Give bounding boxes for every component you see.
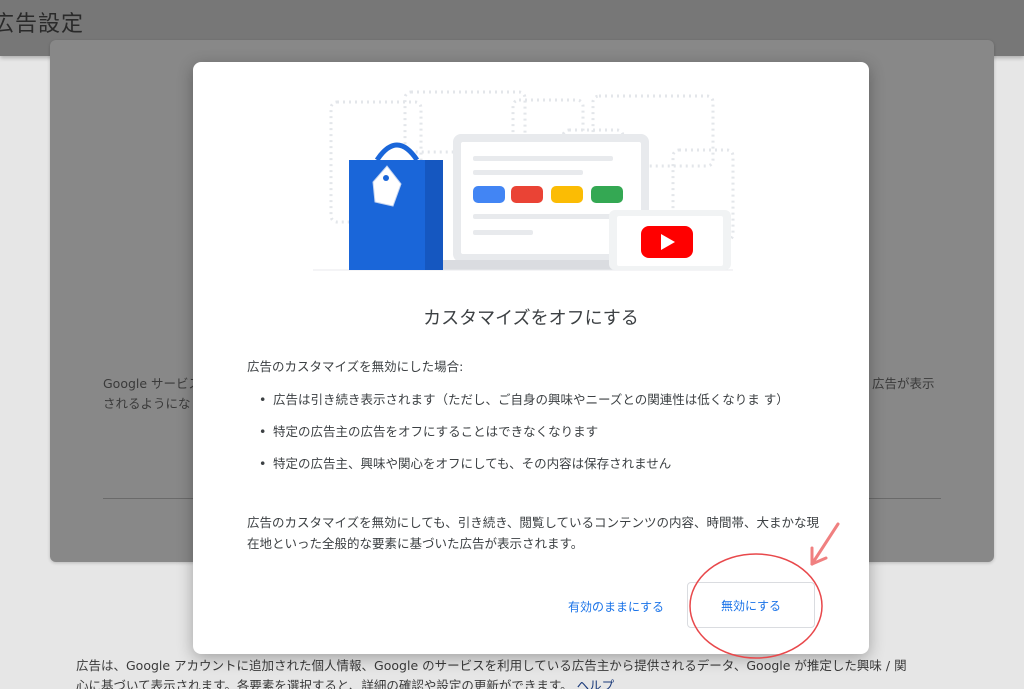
effects-list: 広告は引き続き表示されます（ただし、ご自身の興味やニーズとの関連性は低くなりま … (259, 390, 819, 486)
ads-illustration (313, 90, 735, 271)
dialog-note: 広告のカスタマイズを無効にしても、引き続き、閲覧しているコンテンツの内容、時間帯… (247, 515, 820, 551)
list-item: 広告は引き続き表示されます（ただし、ご自身の興味やニーズとの関連性は低くなりま … (259, 390, 819, 410)
turn-off-personalization-dialog: カスタマイズをオフにする 広告のカスタマイズを無効にした場合: 広告は引き続き表… (193, 62, 869, 654)
list-item: 特定の広告主の広告をオフにすることはできなくなります (259, 422, 819, 442)
keep-enabled-button[interactable]: 有効のままにする (561, 592, 671, 620)
dialog-title: カスタマイズをオフにする (423, 308, 639, 329)
list-item: 特定の広告主、興味や関心をオフにしても、その内容は保存されません (259, 454, 819, 474)
disable-button[interactable]: 無効にする (687, 582, 815, 628)
dialog-intro: 広告のカスタマイズを無効にした場合: (247, 359, 464, 374)
